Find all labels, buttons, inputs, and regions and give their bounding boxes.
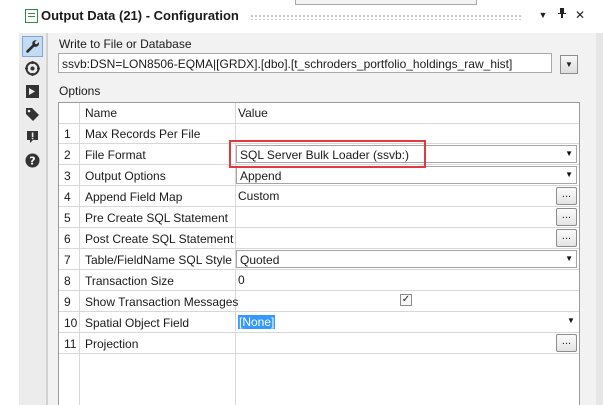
configuration-panel: Write to File or Database ssvb:DSN=LON85… [47,33,596,405]
table-row[interactable]: 5 Pre Create SQL Statement ... [59,207,579,228]
column-header-value: Value [238,106,268,120]
option-name: Output Options [85,169,166,183]
option-name: Append Field Map [85,190,183,204]
warning-icon[interactable] [23,128,42,147]
background-tab[interactable] [295,0,477,5]
selected-value: [None] [238,315,276,329]
row-number: 7 [64,253,71,267]
option-name: File Format [85,148,146,162]
table-row[interactable]: 8 Transaction Size 0 [59,270,579,291]
transaction-size-value[interactable]: 0 [238,273,245,287]
connection-value: ssvb:DSN=LON8506-EQMA|[GRDX].[dbo].[t_sc… [62,57,513,71]
post-create-sql-ellipsis-button[interactable]: ... [556,229,577,247]
chevron-down-icon[interactable]: ▼ [567,316,575,325]
pin-icon[interactable] [554,7,570,23]
row-number: 8 [64,274,71,288]
config-sidebar: ? [19,33,47,405]
option-name: Post Create SQL Statement [85,232,234,246]
table-row[interactable]: 6 Post Create SQL Statement ... [59,228,579,249]
right-edge [596,33,603,405]
projection-ellipsis-button[interactable]: ... [556,334,577,352]
table-row[interactable]: 9 Show Transaction Messages ✓ [59,291,579,312]
option-name: Spatial Object Field [85,316,190,330]
spatial-object-field-value[interactable]: [None] [238,315,276,329]
show-transaction-messages-checkbox[interactable]: ✓ [400,294,412,306]
tag-icon[interactable] [23,105,42,124]
sql-style-dropdown[interactable]: Quoted ▼ [236,250,577,268]
option-name: Max Records Per File [85,127,201,141]
output-options-dropdown[interactable]: Append ▼ [236,166,577,184]
option-name: Table/FieldName SQL Style [85,253,232,267]
row-number: 3 [64,169,71,183]
chevron-down-icon[interactable]: ▼ [565,149,573,158]
write-to-label: Write to File or Database [59,37,192,51]
option-name: Show Transaction Messages [85,295,239,309]
row-number: 10 [64,316,78,330]
table-row[interactable]: 10 Spatial Object Field [None] ▼ [59,312,579,333]
table-row[interactable]: 11 Projection ... [59,333,579,354]
chevron-down-icon[interactable]: ▼ [565,170,573,179]
grid-header: Name Value [59,103,579,124]
option-name: Pre Create SQL Statement [85,211,228,225]
close-icon[interactable]: ✕ [572,7,588,23]
row-number: 6 [64,232,71,246]
title-bar: Output Data (21) - Configuration ▼ ✕ [0,0,603,33]
row-number: 2 [64,148,71,162]
table-row[interactable]: 2 File Format SQL Server Bulk Loader (ss… [59,144,579,165]
arrow-in-icon[interactable] [23,82,42,101]
connection-field[interactable]: ssvb:DSN=LON8506-EQMA|[GRDX].[dbo].[t_sc… [58,53,552,73]
table-row[interactable]: 3 Output Options Append ▼ [59,165,579,186]
table-row[interactable]: 1 Max Records Per File [59,123,579,144]
options-label: Options [59,84,101,98]
file-format-value: SQL Server Bulk Loader (ssvb:) [240,148,409,162]
row-number: 5 [64,211,71,225]
row-number: 1 [64,127,71,141]
option-name: Transaction Size [85,274,174,288]
options-grid: Name Value 1 Max Records Per File 2 File… [58,102,580,405]
table-row[interactable]: 4 Append Field Map Custom ... [59,186,579,207]
connection-dropdown-button[interactable]: ▼ [560,55,578,74]
target-icon[interactable] [23,59,42,78]
chevron-down-icon[interactable]: ▼ [565,254,573,263]
output-data-icon [25,9,38,23]
row-number: 11 [64,337,77,351]
title-grip[interactable] [250,14,522,20]
option-name: Projection [85,337,139,351]
append-field-map-ellipsis-button[interactable]: ... [556,187,577,205]
menu-dropdown-icon[interactable]: ▼ [535,7,551,23]
table-row[interactable]: 7 Table/FieldName SQL Style Quoted ▼ [59,249,579,270]
svg-text:?: ? [29,155,35,168]
output-options-value: Append [240,169,282,183]
row-number: 4 [64,190,71,204]
window-title: Output Data (21) - Configuration [41,8,239,23]
wrench-icon[interactable] [22,36,43,57]
sql-style-value: Quoted [240,253,280,267]
row-number: 9 [64,295,71,309]
help-icon[interactable]: ? [23,151,42,170]
append-field-map-value: Custom [238,189,280,203]
column-header-name: Name [85,106,118,120]
pre-create-sql-ellipsis-button[interactable]: ... [556,208,577,226]
file-format-dropdown[interactable]: SQL Server Bulk Loader (ssvb:) ▼ [236,145,577,163]
